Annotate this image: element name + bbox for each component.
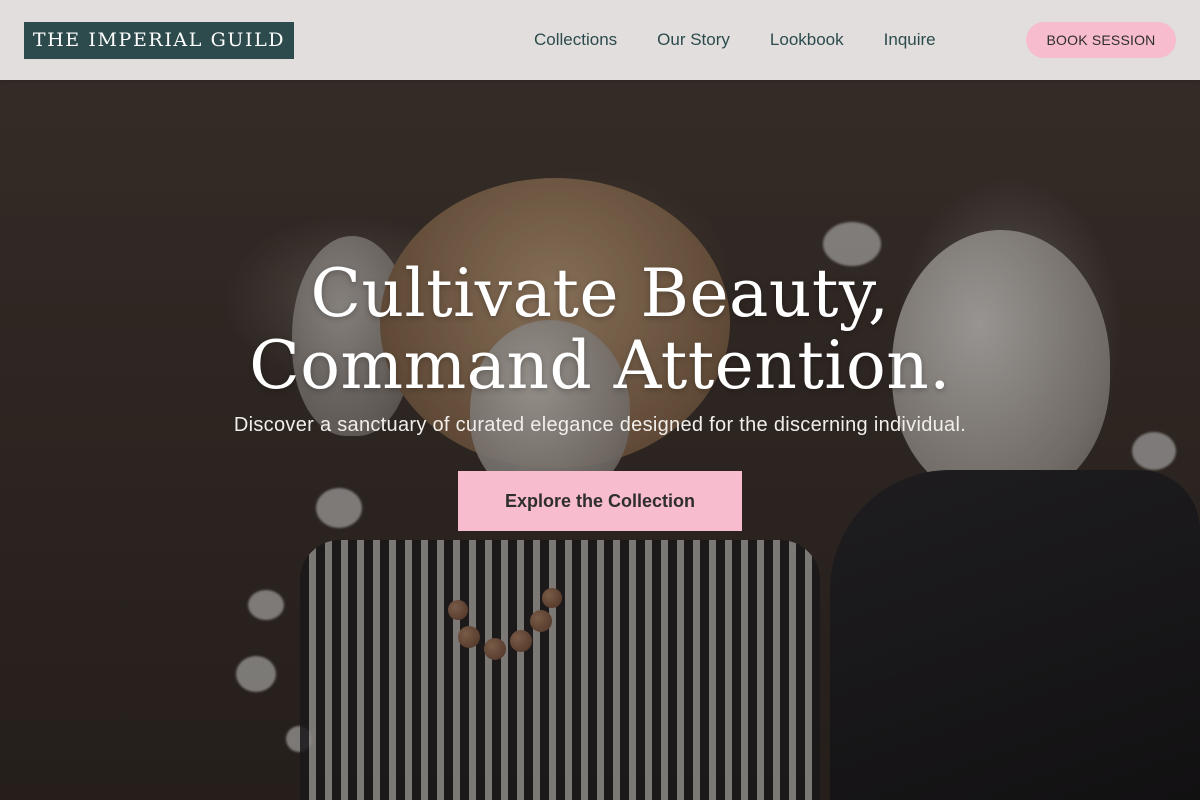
nav-link-our-story[interactable]: Our Story [657,30,730,51]
brand-logo[interactable]: THE IMPERIAL GUILD [24,22,294,59]
nav-link-collections[interactable]: Collections [534,30,617,51]
nav-link-inquire[interactable]: Inquire [884,30,936,51]
main-nav: Collections Our Story Lookbook Inquire [534,0,936,80]
hero-section: Cultivate Beauty, Command Attention. Dis… [0,258,1200,531]
hero-subheadline: Discover a sanctuary of curated elegance… [233,414,967,436]
hero-headline-line2: Command Attention. [249,327,951,404]
page: THE IMPERIAL GUILD Collections Our Story… [0,0,1200,800]
navbar: THE IMPERIAL GUILD Collections Our Story… [0,0,1200,80]
explore-collection-button[interactable]: Explore the Collection [458,471,742,531]
nav-link-lookbook[interactable]: Lookbook [770,30,844,51]
hero-headline: Cultivate Beauty, Command Attention. [0,258,1200,402]
hero-headline-line1: Cultivate Beauty, [310,255,890,332]
book-session-button[interactable]: BOOK SESSION [1026,22,1176,58]
